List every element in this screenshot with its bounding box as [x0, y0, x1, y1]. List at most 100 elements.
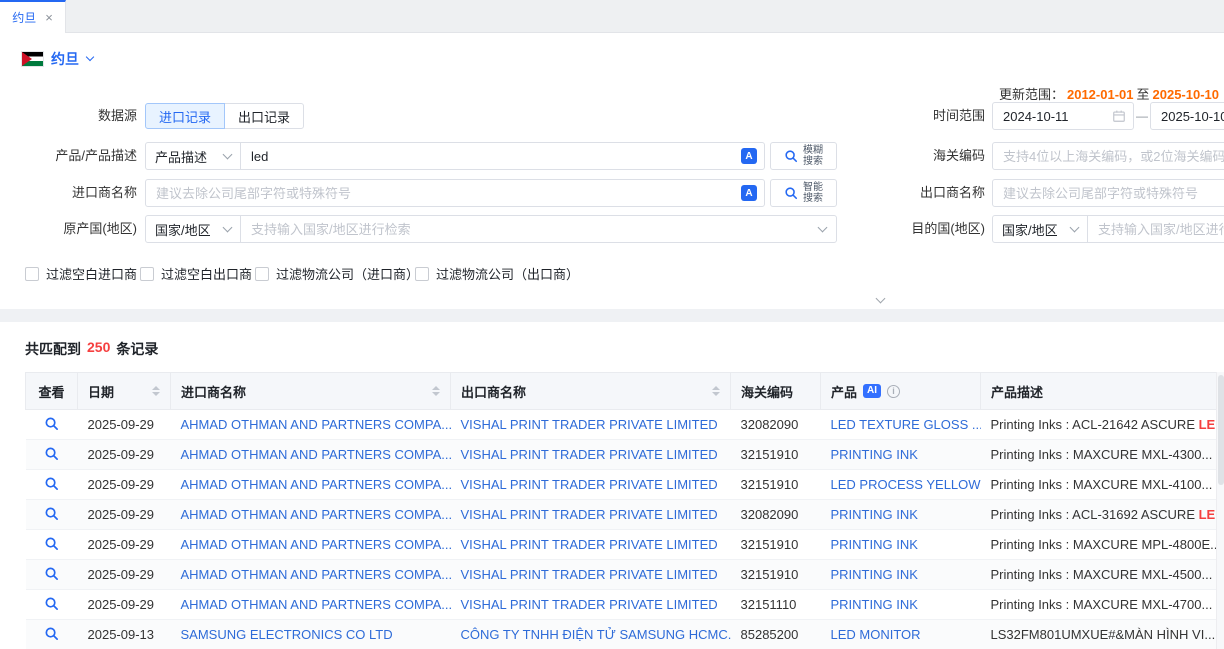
translate-icon[interactable]: A [741, 185, 757, 201]
importer-link[interactable]: AHMAD OTHMAN AND PARTNERS COMPA... [181, 477, 451, 492]
table-row: 2025-09-13 SAMSUNG ELECTRONICS CO LTD CÔ… [26, 620, 1217, 649]
exporter-link[interactable]: CÔNG TY TNHH ĐIỆN TỬ SAMSUNG HCMC... [461, 627, 731, 642]
origin-country-select[interactable]: 国家/地区 [146, 216, 241, 242]
view-detail-button[interactable] [44, 566, 59, 581]
country-selector[interactable]: 约旦 [22, 49, 93, 69]
checkbox-filter-blank-exporter[interactable]: 过滤空白出口商 [140, 264, 252, 283]
date-to-input[interactable] [1151, 103, 1224, 129]
close-icon[interactable]: × [45, 10, 53, 25]
sort-icon[interactable] [432, 386, 440, 396]
date-from-field[interactable] [992, 102, 1134, 130]
product-link[interactable]: LED PROCESS YELLOW... [831, 477, 981, 492]
product-type-select[interactable]: 产品描述 [146, 143, 241, 169]
importer-link[interactable]: AHMAD OTHMAN AND PARTNERS COMPA... [181, 567, 451, 582]
exporter-link[interactable]: VISHAL PRINT TRADER PRIVATE LIMITED [461, 417, 718, 432]
view-cell [26, 620, 78, 649]
checkbox-icon[interactable] [140, 267, 154, 281]
checkbox-icon[interactable] [25, 267, 39, 281]
product-cell: LED TEXTURE GLOSS ... [821, 410, 981, 440]
description-cell: Printing Inks : MAXCURE MXL-4100... [981, 470, 1217, 500]
date-to-field[interactable] [1150, 102, 1224, 130]
calendar-icon [1112, 109, 1126, 123]
importer-link[interactable]: AHMAD OTHMAN AND PARTNERS COMPA... [181, 447, 451, 462]
exporter-link[interactable]: VISHAL PRINT TRADER PRIVATE LIMITED [461, 567, 718, 582]
hs-code-input[interactable] [993, 143, 1224, 169]
view-cell [26, 530, 78, 560]
view-detail-button[interactable] [44, 416, 59, 431]
checkbox-filter-blank-importer[interactable]: 过滤空白进口商 [25, 264, 137, 283]
collapse-panel-button[interactable] [858, 293, 902, 309]
search-icon [784, 149, 798, 163]
view-detail-button[interactable] [44, 626, 59, 641]
destination-country-select[interactable]: 国家/地区 [993, 216, 1088, 242]
checkbox-filter-logistics-exporter[interactable]: 过滤物流公司（出口商） [415, 264, 579, 283]
hs-code-value: 32151110 [741, 597, 797, 612]
checkbox-label: 过滤物流公司（出口商） [436, 264, 579, 283]
importer-link[interactable]: AHMAD OTHMAN AND PARTNERS COMPA... [181, 597, 451, 612]
hs-code-cell: 32151910 [731, 440, 821, 470]
product-input[interactable] [241, 143, 764, 169]
description-cell: Printing Inks : MAXCURE MXL-4500... [981, 560, 1217, 590]
hs-code-cell: 32151110 [731, 590, 821, 620]
exporter-link[interactable]: VISHAL PRINT TRADER PRIVATE LIMITED [461, 537, 718, 552]
hs-code-cell: 32151910 [731, 470, 821, 500]
view-detail-button[interactable] [44, 506, 59, 521]
importer-link[interactable]: AHMAD OTHMAN AND PARTNERS COMPA... [181, 507, 451, 522]
product-cell: PRINTING INK [821, 440, 981, 470]
sort-icon[interactable] [152, 386, 160, 396]
product-cell: PRINTING INK [821, 500, 981, 530]
exporter-link[interactable]: VISHAL PRINT TRADER PRIVATE LIMITED [461, 477, 718, 492]
tab-import-records[interactable]: 进口记录 [145, 103, 225, 129]
smart-search-button[interactable]: 智能 搜索 [770, 179, 837, 207]
smart-search-label: 智能 搜索 [803, 182, 823, 204]
product-link[interactable]: PRINTING INK [831, 507, 918, 522]
importer-link[interactable]: AHMAD OTHMAN AND PARTNERS COMPA... [181, 417, 451, 432]
product-link[interactable]: PRINTING INK [831, 537, 918, 552]
tab-export-records[interactable]: 出口记录 [224, 103, 304, 129]
product-cell: PRINTING INK [821, 590, 981, 620]
importer-input[interactable] [146, 180, 764, 206]
table-row: 2025-09-29 AHMAD OTHMAN AND PARTNERS COM… [26, 410, 1217, 440]
translate-icon[interactable]: A [741, 148, 757, 164]
date-cell: 2025-09-29 [78, 500, 171, 530]
info-icon[interactable]: i [887, 385, 900, 398]
scrollbar-track[interactable] [1216, 372, 1224, 649]
checkbox-filter-logistics-importer[interactable]: 过滤物流公司（进口商） [255, 264, 419, 283]
view-detail-button[interactable] [44, 446, 59, 461]
importer-link[interactable]: SAMSUNG ELECTRONICS CO LTD [181, 627, 393, 642]
sort-icon[interactable] [712, 386, 720, 396]
exporter-cell: CÔNG TY TNHH ĐIỆN TỬ SAMSUNG HCMC... [451, 620, 731, 649]
view-detail-button[interactable] [44, 476, 59, 491]
product-link[interactable]: PRINTING INK [831, 567, 918, 582]
product-link[interactable]: LED TEXTURE GLOSS ... [831, 417, 981, 432]
exporter-input[interactable] [993, 180, 1224, 206]
fuzzy-search-button[interactable]: 模糊 搜索 [770, 142, 837, 170]
product-link[interactable]: PRINTING INK [831, 597, 918, 612]
importer-link[interactable]: AHMAD OTHMAN AND PARTNERS COMPA... [181, 537, 451, 552]
date-cell: 2025-09-29 [78, 470, 171, 500]
description-text: Printing Inks : MAXCURE MXL-4300... [991, 447, 1213, 462]
exporter-cell: VISHAL PRINT TRADER PRIVATE LIMITED [451, 500, 731, 530]
origin-country-input[interactable] [241, 216, 836, 242]
magnifier-icon [44, 416, 59, 431]
country-name: 约旦 [51, 49, 79, 69]
description-cell: Printing Inks : MAXCURE MXL-4300... [981, 440, 1217, 470]
exporter-cell: VISHAL PRINT TRADER PRIVATE LIMITED [451, 470, 731, 500]
chevron-down-icon [86, 53, 94, 61]
exporter-link[interactable]: VISHAL PRINT TRADER PRIVATE LIMITED [461, 447, 718, 462]
view-detail-button[interactable] [44, 596, 59, 611]
product-cell: PRINTING INK [821, 530, 981, 560]
exporter-link[interactable]: VISHAL PRINT TRADER PRIVATE LIMITED [461, 597, 718, 612]
checkbox-icon[interactable] [255, 267, 269, 281]
product-cell: LED PROCESS YELLOW... [821, 470, 981, 500]
description-text: Printing Inks : MAXCURE MXL-4100... [991, 477, 1213, 492]
destination-country-input[interactable] [1088, 216, 1224, 242]
exporter-link[interactable]: VISHAL PRINT TRADER PRIVATE LIMITED [461, 507, 718, 522]
checkbox-icon[interactable] [415, 267, 429, 281]
description-cell: Printing Inks : ACL-31692 ASCURE LE... [981, 500, 1217, 530]
tab-jordan[interactable]: 约旦 × [0, 0, 66, 33]
view-detail-button[interactable] [44, 536, 59, 551]
view-cell [26, 470, 78, 500]
product-link[interactable]: PRINTING INK [831, 447, 918, 462]
product-link[interactable]: LED MONITOR [831, 627, 921, 642]
